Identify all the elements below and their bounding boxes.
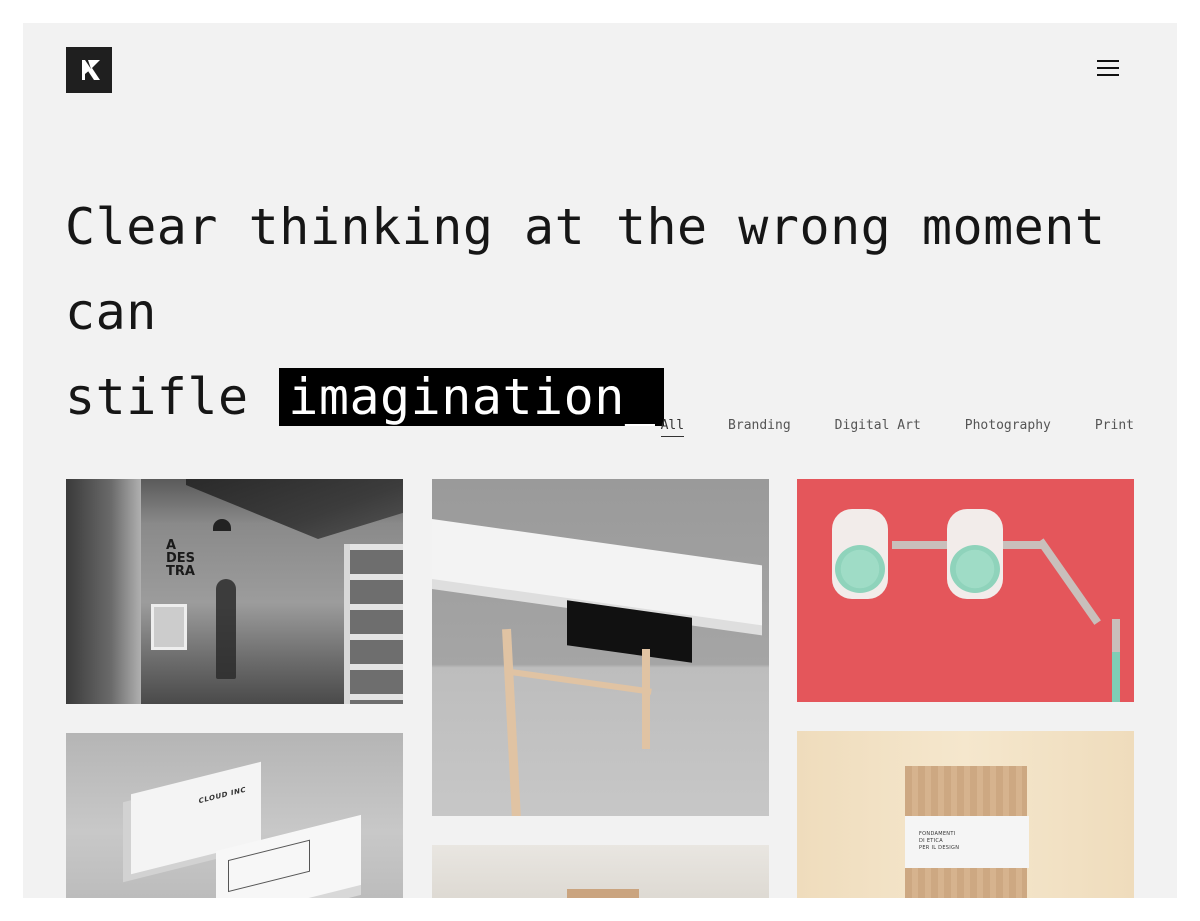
portfolio-tile-speakers[interactable]	[797, 479, 1134, 702]
hamburger-menu-icon-line	[1097, 74, 1119, 76]
headline-line-1: Clear thinking at the wrong moment can	[65, 198, 1106, 341]
speaker-shape	[947, 509, 1003, 599]
filter-all[interactable]: All	[660, 418, 685, 437]
filter-branding[interactable]: Branding	[728, 418, 791, 437]
portfolio-tile-office[interactable]: A DES TRA	[66, 479, 403, 704]
wood-object-shape	[567, 889, 639, 898]
k-logo-icon	[78, 60, 100, 80]
filter-digital-art[interactable]: Digital Art	[835, 418, 921, 437]
headline-line-2-prefix: stifle	[65, 368, 249, 426]
wall-wordmark: A DES TRA	[166, 538, 196, 579]
image-detail	[66, 479, 141, 704]
easel-shape	[151, 604, 187, 650]
person-shape	[216, 579, 236, 679]
book-title: FONDAMENTI DI ETICA PER IL DESIGN	[919, 831, 960, 851]
portfolio-filter-nav: All Branding Digital Art Photography Pri…	[617, 418, 1134, 437]
headline-highlight: imagination_	[279, 368, 665, 426]
menu-button[interactable]	[1093, 55, 1123, 81]
bookshelf-shape	[344, 544, 403, 704]
desk-bar-shape	[512, 669, 652, 695]
portfolio-tile-plaster[interactable]	[432, 845, 769, 898]
pipe-arm-shape	[1037, 538, 1101, 625]
hamburger-menu-icon	[1097, 60, 1119, 62]
lamp-shape	[213, 519, 231, 531]
page-frame: Clear thinking at the wrong moment can s…	[23, 23, 1177, 898]
logo[interactable]	[66, 47, 112, 93]
desk-leg-shape	[642, 649, 650, 749]
filter-print[interactable]: Print	[1095, 418, 1134, 437]
book-band: FONDAMENTI DI ETICA PER IL DESIGN	[905, 816, 1029, 868]
portfolio-tile-desk[interactable]	[432, 479, 769, 816]
speaker-shape	[832, 509, 888, 599]
filter-photography[interactable]: Photography	[965, 418, 1051, 437]
hamburger-menu-icon-line	[1097, 67, 1119, 69]
portfolio-tile-book[interactable]: FONDAMENTI DI ETICA PER IL DESIGN	[797, 731, 1134, 898]
card-brand-text: CLOUD INC	[198, 785, 246, 806]
desk-leg-shape	[502, 628, 521, 816]
portfolio-tile-business-cards[interactable]: CLOUD INC	[66, 733, 403, 898]
pole-shape	[1112, 619, 1120, 702]
hero-headline: Clear thinking at the wrong moment can s…	[65, 185, 1145, 440]
